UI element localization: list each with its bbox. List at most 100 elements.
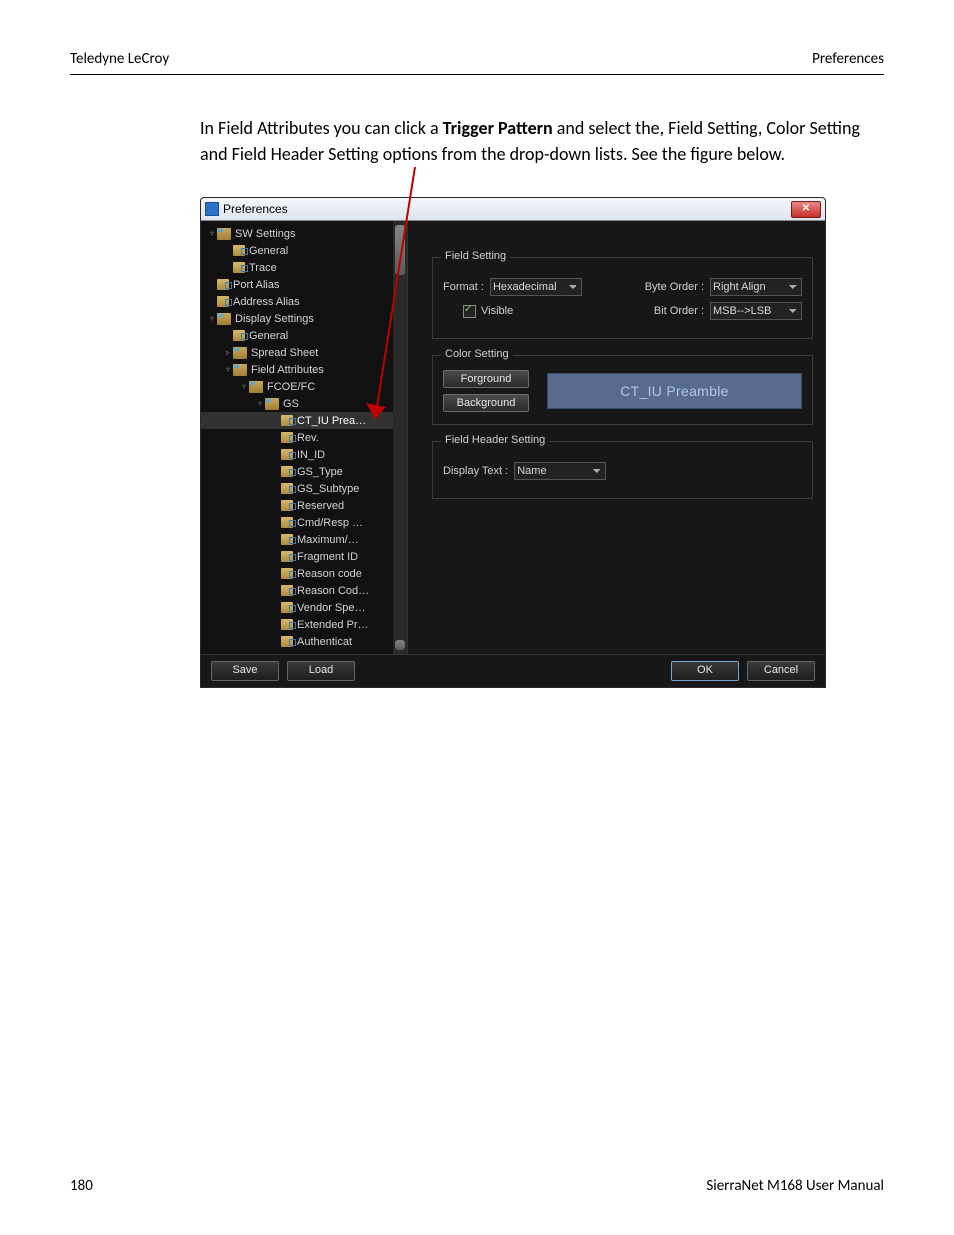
footer-manual-name: SierraNet M168 User Manual (706, 1177, 884, 1195)
tree-item[interactable]: Vendor Spe… (201, 599, 407, 616)
display-text-select[interactable]: Name (514, 462, 606, 480)
document-icon (281, 466, 293, 477)
color-preview: CT_IU Preamble (547, 373, 802, 409)
tree-item[interactable]: IN_ID (201, 446, 407, 463)
background-button[interactable]: Background (443, 394, 529, 412)
tree-item[interactable]: Address Alias (201, 293, 407, 310)
folder-icon (217, 228, 231, 240)
tree-item-label: IN_ID (297, 449, 325, 461)
document-icon (281, 432, 293, 443)
window-title: Preferences (223, 202, 288, 216)
tree-item-label: Rev. (297, 432, 319, 444)
header-left: Teledyne LeCroy (70, 50, 169, 68)
tree-item-label: FCOE/FC (267, 381, 315, 393)
preferences-window: Preferences ✕ ▿SW SettingsGeneralTracePo… (200, 197, 826, 688)
document-icon (281, 500, 293, 511)
app-icon (205, 202, 219, 216)
tree[interactable]: ▿SW SettingsGeneralTracePort AliasAddres… (201, 221, 407, 654)
load-button[interactable]: Load (287, 661, 355, 681)
forground-button[interactable]: Forground (443, 370, 529, 388)
format-select[interactable]: Hexadecimal (490, 278, 582, 296)
folder-icon (217, 313, 231, 325)
tree-scrollbar[interactable] (393, 221, 407, 654)
cancel-button[interactable]: Cancel (747, 661, 815, 681)
document-icon (281, 585, 293, 596)
document-icon (281, 449, 293, 460)
right-pane: Field Setting Format : Hexadecimal Byte … (408, 221, 825, 654)
tree-item-label: GS_Type (297, 466, 343, 478)
tree-item[interactable]: GS_Type (201, 463, 407, 480)
document-icon (281, 517, 293, 528)
document-icon (217, 296, 229, 307)
tree-item[interactable]: ▿Field Attributes (201, 361, 407, 378)
bit-order-label: Bit Order : (654, 305, 704, 317)
tree-item-label: Extended Pr… (297, 619, 369, 631)
bit-order-select[interactable]: MSB-->LSB (710, 302, 802, 320)
byte-order-label: Byte Order : (645, 281, 704, 293)
tree-item[interactable]: ▿ FCOE/FC (201, 378, 407, 395)
visible-label: Visible (481, 305, 513, 317)
byte-order-select[interactable]: Right Align (710, 278, 802, 296)
tree-item-label: Fragment ID (297, 551, 358, 563)
folder-icon (265, 398, 279, 410)
tree-item-label: Address Alias (233, 296, 300, 308)
document-icon (281, 602, 293, 613)
document-icon (281, 483, 293, 494)
document-icon (281, 619, 293, 630)
tree-item[interactable]: General (201, 327, 407, 344)
document-icon (233, 245, 245, 256)
tree-item-label: Reason code (297, 568, 362, 580)
tree-item[interactable]: General (201, 242, 407, 259)
tree-item[interactable]: CT_IU Prea… (201, 412, 407, 429)
tree-item[interactable]: ▹Spread Sheet (201, 344, 407, 361)
tree-item[interactable]: Authenticat (201, 633, 407, 650)
tree-item[interactable]: Rev. (201, 429, 407, 446)
expand-icon: ▿ (239, 382, 249, 391)
folder-icon (233, 364, 247, 376)
close-button[interactable]: ✕ (791, 201, 821, 218)
tree-item-label: Field Attributes (251, 364, 324, 376)
expand-icon: ▿ (207, 314, 217, 323)
tree-item[interactable]: Maximum/… (201, 531, 407, 548)
folder-icon (249, 381, 263, 393)
document-icon (281, 534, 293, 545)
tree-item[interactable]: Reason code (201, 565, 407, 582)
tree-item-label: GS_Subtype (297, 483, 359, 495)
format-label: Format : (443, 281, 484, 293)
tree-item[interactable]: Fragment ID (201, 548, 407, 565)
tree-item[interactable]: Reserved (201, 497, 407, 514)
document-icon (233, 330, 245, 341)
screenshot-figure: Preferences ✕ ▿SW SettingsGeneralTracePo… (200, 197, 830, 688)
page-header: Teledyne LeCroy Preferences (70, 50, 884, 75)
tree-item[interactable]: ▿Display Settings (201, 310, 407, 327)
tree-item[interactable]: ▿GS (201, 395, 407, 412)
tree-item-label: GS (283, 398, 299, 410)
document-icon (281, 415, 293, 426)
tree-item[interactable]: Cmd/Resp … (201, 514, 407, 531)
tree-item-label: Reason Cod… (297, 585, 369, 597)
expand-icon: ▹ (223, 348, 233, 357)
tree-item[interactable]: Port Alias (201, 276, 407, 293)
bottom-bar: Save Load OK Cancel (201, 654, 825, 687)
tree-item-label: SW Settings (235, 228, 296, 240)
document-icon (217, 279, 229, 290)
header-right: Preferences (812, 50, 884, 68)
ok-button[interactable]: OK (671, 661, 739, 681)
tree-item[interactable]: Trace (201, 259, 407, 276)
tree-item[interactable]: Extended Pr… (201, 616, 407, 633)
document-icon (281, 568, 293, 579)
tree-item-label: Port Alias (233, 279, 279, 291)
tree-item[interactable]: ▿ SW Settings (201, 225, 407, 242)
tree-item-label: Authenticat (297, 636, 352, 648)
tree-item-label: Maximum/… (297, 534, 359, 546)
footer-page-number: 180 (70, 1177, 93, 1195)
group-title-header: Field Header Setting (441, 434, 549, 446)
group-title-field: Field Setting (441, 250, 510, 262)
checkbox-icon (463, 305, 476, 318)
tree-item[interactable]: Reason Cod… (201, 582, 407, 599)
expand-icon: ▿ (207, 229, 217, 238)
body-bold: Trigger Pattern (443, 117, 553, 139)
save-button[interactable]: Save (211, 661, 279, 681)
tree-item[interactable]: GS_Subtype (201, 480, 407, 497)
visible-checkbox[interactable]: Visible (463, 305, 513, 318)
